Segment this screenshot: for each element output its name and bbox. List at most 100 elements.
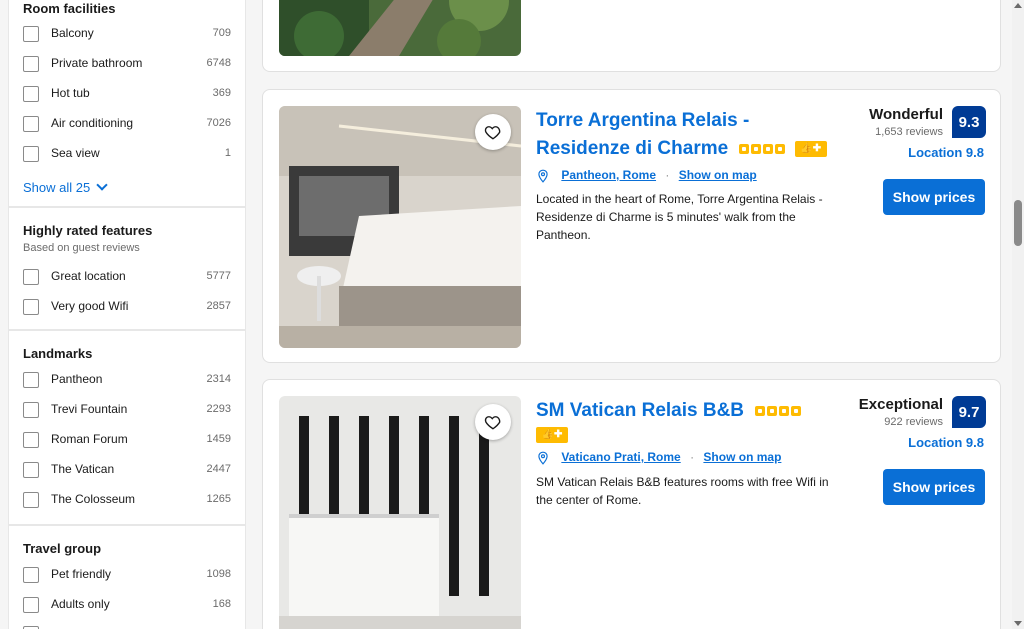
star-icon xyxy=(763,143,774,154)
filter-hot-tub[interactable]: Hot tub 369 xyxy=(23,83,231,105)
filter-label: Sea view xyxy=(51,146,100,160)
review-count[interactable]: 1,653 reviews xyxy=(875,126,943,138)
separator-dot: · xyxy=(665,168,670,183)
filter-count: 168 xyxy=(212,598,231,610)
filter-group-subtitle: Based on guest reviews xyxy=(23,242,140,254)
checkbox[interactable] xyxy=(23,492,39,508)
checkbox[interactable] xyxy=(23,299,39,315)
filter-balcony[interactable]: Balcony 709 xyxy=(23,23,231,45)
filter-the-colosseum[interactable]: The Colosseum 1265 xyxy=(23,489,231,511)
location-link[interactable]: Vaticano Prati, Rome xyxy=(561,450,680,464)
thumbs-up-plus-icon[interactable]: 👍✚ xyxy=(794,140,827,157)
page-scrollbar[interactable] xyxy=(1012,0,1024,629)
property-photo[interactable] xyxy=(279,0,521,56)
review-score-badge[interactable]: 9.3 xyxy=(952,106,986,138)
show-prices-button[interactable]: Show prices xyxy=(883,179,985,215)
filter-group-highly-rated: Highly rated features Based on guest rev… xyxy=(8,207,246,330)
review-rating-word[interactable]: Exceptional xyxy=(859,396,943,413)
star-icon xyxy=(779,405,790,416)
property-name-link[interactable]: Torre Argentina Relais - Residenze di Ch… xyxy=(536,107,827,163)
filter-group-landmarks: Landmarks Pantheon 2314 Trevi Fountain 2… xyxy=(8,330,246,525)
filter-label: Hot tub xyxy=(51,86,90,100)
filter-label: Balcony xyxy=(51,26,94,40)
search-results-page: Room facilities Balcony 709 Private bath… xyxy=(0,0,1024,629)
filter-count: 1 xyxy=(224,147,231,159)
scrollbar-thumb[interactable] xyxy=(1014,200,1022,246)
filter-air-conditioning[interactable]: Air conditioning 7026 xyxy=(23,113,231,135)
filter-label: Great location xyxy=(51,269,126,283)
filter-great-location[interactable]: Great location 5777 xyxy=(23,266,231,288)
filter-group-title: Travel group xyxy=(23,541,102,556)
checkbox[interactable] xyxy=(23,567,39,583)
star-icon xyxy=(739,143,750,154)
show-all-link[interactable]: Show all 25 xyxy=(23,179,108,195)
filter-sidebar: Room facilities Balcony 709 Private bath… xyxy=(8,0,246,629)
review-score-badge[interactable]: 9.7 xyxy=(952,396,986,428)
filter-sea-view[interactable]: Sea view 1 xyxy=(23,143,231,165)
scroll-down-arrow-icon[interactable] xyxy=(1014,621,1022,626)
filter-count: 5777 xyxy=(206,270,231,282)
filter-very-good-wifi[interactable]: Very good Wifi 2857 xyxy=(23,296,231,318)
filter-roman-forum[interactable]: Roman Forum 1459 xyxy=(23,429,231,451)
checkbox[interactable] xyxy=(23,597,39,613)
filter-label: Trevi Fountain xyxy=(51,402,128,416)
scroll-up-arrow-icon[interactable] xyxy=(1014,3,1022,8)
filter-count: 2314 xyxy=(206,373,231,385)
property-name-link[interactable]: SM Vatican Relais B&B xyxy=(536,397,802,425)
show-on-map-link[interactable]: Show on map xyxy=(703,450,781,464)
separator-dot: · xyxy=(690,450,695,465)
star-icon xyxy=(775,143,786,154)
review-count[interactable]: 922 reviews xyxy=(884,416,943,428)
heart-icon xyxy=(484,126,501,140)
thumbs-up-plus-icon[interactable]: 👍✚ xyxy=(536,426,568,443)
filter-count: 1265 xyxy=(206,493,231,505)
star-icon xyxy=(767,405,778,416)
star-icon xyxy=(791,405,802,416)
filter-label: The Colosseum xyxy=(51,492,136,506)
checkbox[interactable] xyxy=(23,432,39,448)
property-name-line2: Residenze di Charme xyxy=(536,138,729,159)
filter-count: 6748 xyxy=(206,57,231,69)
filter-count: 369 xyxy=(212,87,231,99)
checkbox[interactable] xyxy=(23,372,39,388)
location-row: Vaticano Prati, Rome · Show on map xyxy=(536,450,781,466)
filter-label: Pet friendly xyxy=(51,567,112,581)
review-rating-word[interactable]: Wonderful xyxy=(869,106,943,123)
filter-adults-only[interactable]: Adults only 168 xyxy=(23,594,231,616)
filter-group-title: Landmarks xyxy=(23,346,93,361)
show-on-map-link[interactable]: Show on map xyxy=(679,168,757,182)
filter-trevi-fountain[interactable]: Trevi Fountain 2293 xyxy=(23,399,231,421)
filter-label: Pantheon xyxy=(51,372,103,386)
filter-count: 2447 xyxy=(206,463,231,475)
property-card-previous xyxy=(262,0,1001,72)
filter-pantheon[interactable]: Pantheon 2314 xyxy=(23,369,231,391)
save-favorite-button[interactable] xyxy=(475,114,511,150)
checkbox[interactable] xyxy=(23,146,39,162)
filter-label: Roman Forum xyxy=(51,432,128,446)
filter-count: 2293 xyxy=(206,403,231,415)
location-link[interactable]: Pantheon, Rome xyxy=(561,168,656,182)
checkbox[interactable] xyxy=(23,26,39,42)
checkbox[interactable] xyxy=(23,86,39,102)
filter-label: Private bathroom xyxy=(51,56,143,70)
filter-count: 1459 xyxy=(206,433,231,445)
checkbox[interactable] xyxy=(23,402,39,418)
show-prices-button[interactable]: Show prices xyxy=(883,469,985,505)
checkbox[interactable] xyxy=(23,462,39,478)
filter-private-bathroom[interactable]: Private bathroom 6748 xyxy=(23,53,231,75)
show-all-label: Show all 25 xyxy=(23,180,91,195)
location-score: Location 9.8 xyxy=(908,435,984,450)
filter-group-travel-group: Travel group Pet friendly 1098 Adults on… xyxy=(8,525,246,629)
filter-the-vatican[interactable]: The Vatican 2447 xyxy=(23,459,231,481)
property-name-line1: Torre Argentina Relais - xyxy=(536,110,750,131)
property-card: SM Vatican Relais B&B 👍✚ Vaticano Prati,… xyxy=(262,379,1001,629)
star-rating xyxy=(739,143,786,154)
star-rating xyxy=(755,405,802,416)
filter-label: The Vatican xyxy=(51,462,115,476)
filter-pet-friendly[interactable]: Pet friendly 1098 xyxy=(23,564,231,586)
map-pin-icon xyxy=(538,169,548,183)
save-favorite-button[interactable] xyxy=(475,404,511,440)
checkbox[interactable] xyxy=(23,269,39,285)
checkbox[interactable] xyxy=(23,56,39,72)
checkbox[interactable] xyxy=(23,116,39,132)
